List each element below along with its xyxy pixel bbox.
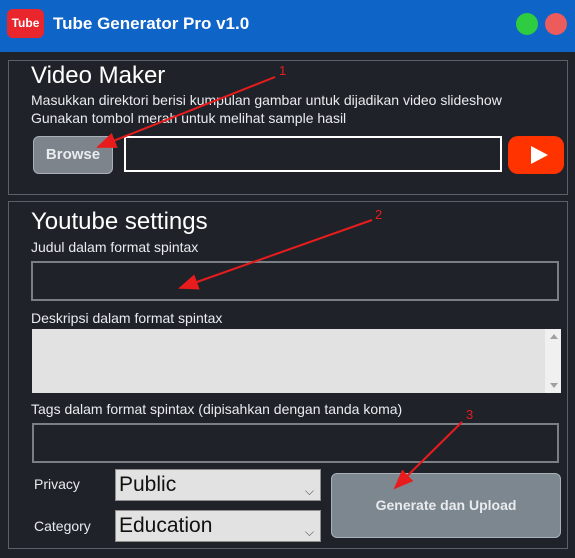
close-button[interactable]: [545, 13, 567, 35]
privacy-value: Public: [119, 473, 177, 496]
annotation-number-3: 3: [466, 407, 474, 422]
privacy-select[interactable]: Public ⌵: [115, 469, 321, 501]
category-value: Education: [119, 514, 213, 537]
tags-label: Tags dalam format spintax (dipisahkan de…: [31, 401, 403, 417]
directory-input[interactable]: [124, 136, 502, 172]
chevron-down-icon: ⌵: [304, 484, 314, 498]
video-maker-heading: Video Maker: [31, 62, 166, 89]
app-logo: Tube: [7, 9, 44, 38]
play-icon: [531, 146, 548, 164]
app-window: Tube Tube Generator Pro v1.0 Video Maker…: [0, 0, 575, 558]
scroll-up-icon[interactable]: [550, 334, 558, 339]
browse-button[interactable]: Browse: [33, 136, 113, 174]
deskripsi-textarea[interactable]: [32, 329, 561, 393]
window-title: Tube Generator Pro v1.0: [53, 14, 250, 33]
annotation-number-2: 2: [375, 207, 383, 222]
deskripsi-label: Deskripsi dalam format spintax: [31, 310, 223, 326]
deskripsi-scrollbar[interactable]: [545, 329, 561, 393]
title-bar: Tube Tube Generator Pro v1.0: [0, 0, 575, 52]
scroll-down-icon[interactable]: [550, 383, 558, 388]
category-select[interactable]: Education ⌵: [115, 510, 321, 542]
maximize-button[interactable]: [516, 13, 538, 35]
judul-label: Judul dalam format spintax: [31, 239, 199, 255]
tags-input[interactable]: [32, 423, 559, 463]
generate-upload-button[interactable]: Generate dan Upload: [331, 473, 561, 538]
category-label: Category: [34, 518, 91, 534]
annotation-number-1: 1: [279, 63, 287, 78]
sample-play-button[interactable]: [508, 136, 564, 174]
judul-input[interactable]: [31, 261, 559, 301]
video-maker-instruction-2: Gunakan tombol merah untuk melihat sampl…: [31, 110, 347, 126]
video-maker-instruction-1: Masukkan direktori berisi kumpulan gamba…: [31, 92, 502, 108]
chevron-down-icon: ⌵: [304, 525, 314, 539]
youtube-settings-heading: Youtube settings: [31, 208, 208, 235]
privacy-label: Privacy: [34, 476, 80, 492]
